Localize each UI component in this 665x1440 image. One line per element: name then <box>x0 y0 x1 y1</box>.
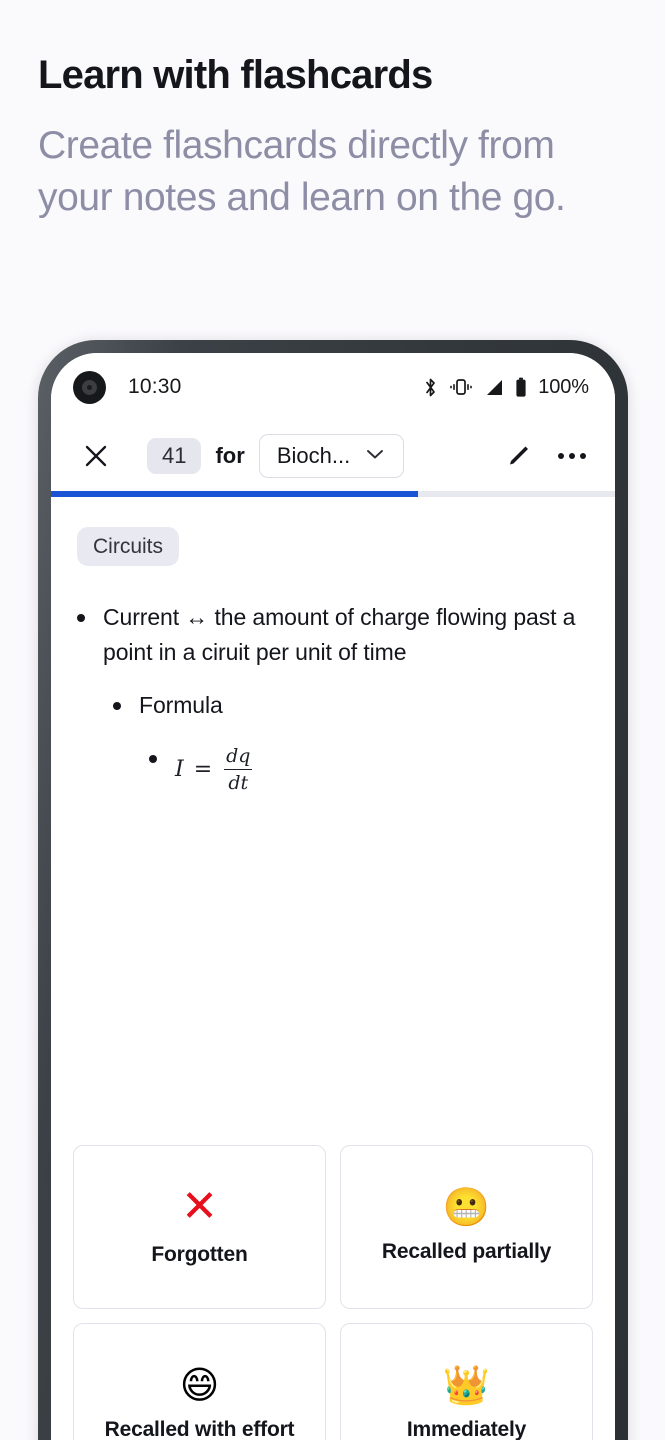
list-item-formula: I = dq dt <box>149 741 589 794</box>
formula-numerator: dq <box>226 744 251 767</box>
bullet-icon <box>77 614 85 622</box>
answer-label: Immediately <box>406 1417 527 1440</box>
close-button[interactable] <box>73 433 119 479</box>
formula-expression: I = dq dt <box>175 741 254 794</box>
bullet-icon <box>113 701 121 710</box>
answer-grid: ✕ Forgotten 😬 Recalled partially 😄 Recal… <box>51 1145 615 1440</box>
formula-denominator: dt <box>224 768 253 794</box>
pencil-icon <box>509 446 528 464</box>
list-item: Current ↔ the amount of charge flowing p… <box>77 600 589 670</box>
promo-header: Learn with flashcards Create flashcards … <box>0 0 665 224</box>
answer-label: Recalled partially <box>381 1239 552 1263</box>
note-list: Current ↔ the amount of charge flowing p… <box>77 600 589 794</box>
answer-recalled-partially[interactable]: 😬 Recalled partially <box>340 1145 593 1309</box>
red-cross-icon: ✕ <box>181 1180 218 1232</box>
note-text: Formula <box>139 691 223 718</box>
answer-forgotten[interactable]: ✕ Forgotten <box>73 1145 326 1309</box>
formula-lhs: I <box>175 756 184 782</box>
answer-label: Recalled with effort <box>104 1417 295 1440</box>
for-label: for <box>215 443 245 468</box>
battery-icon <box>515 377 527 398</box>
camera-punch-hole-icon <box>73 370 106 404</box>
grinning-face-emoji: 😄 <box>179 1362 220 1407</box>
deck-select-dropdown[interactable]: Bioch... <box>258 434 404 478</box>
answer-recalled-with-effort[interactable]: 😄 Recalled with effort <box>73 1323 326 1440</box>
close-icon <box>85 445 107 467</box>
formula-fraction: dq dt <box>222 745 254 794</box>
flashcard-content: Circuits Current ↔ the amount of charge … <box>51 497 615 1145</box>
vibrate-icon <box>449 377 473 397</box>
edit-button[interactable] <box>495 433 541 479</box>
page-title: Learn with flashcards <box>38 53 433 97</box>
status-bar: 10:30 100% <box>51 353 615 421</box>
crown-emoji: 👑 <box>442 1362 491 1407</box>
formula-operator: = <box>193 756 213 782</box>
bullet-icon <box>149 754 157 763</box>
signal-icon <box>484 378 504 397</box>
topic-tag: Circuits <box>77 527 180 566</box>
bluetooth-icon <box>423 377 438 398</box>
list-item: Formula <box>113 688 589 723</box>
battery-percent: 100% <box>538 375 589 398</box>
page-subtitle: Create flashcards directly from your not… <box>38 124 566 219</box>
card-count-badge: 41 <box>147 438 202 474</box>
note-text: Current ↔ the amount of charge flowing p… <box>103 604 576 665</box>
status-time: 10:30 <box>128 375 182 398</box>
status-icons: 100% <box>423 376 589 399</box>
phone-frame: 10:30 100% 41 for Bioch... Circuits Curr… <box>38 340 628 1440</box>
grimacing-face-emoji: 😬 <box>442 1184 491 1229</box>
phone-screen: 10:30 100% 41 for Bioch... Circuits Curr… <box>51 353 615 1440</box>
more-options-button[interactable] <box>549 433 595 479</box>
chevron-down-icon <box>366 447 384 465</box>
answer-immediately[interactable]: 👑 Immediately <box>340 1323 593 1440</box>
deck-name: Bioch... <box>276 443 351 468</box>
flashcard-toolbar: 41 for Bioch... <box>51 421 615 491</box>
more-horizontal-icon <box>558 453 586 459</box>
answer-label: Forgotten <box>151 1242 248 1266</box>
